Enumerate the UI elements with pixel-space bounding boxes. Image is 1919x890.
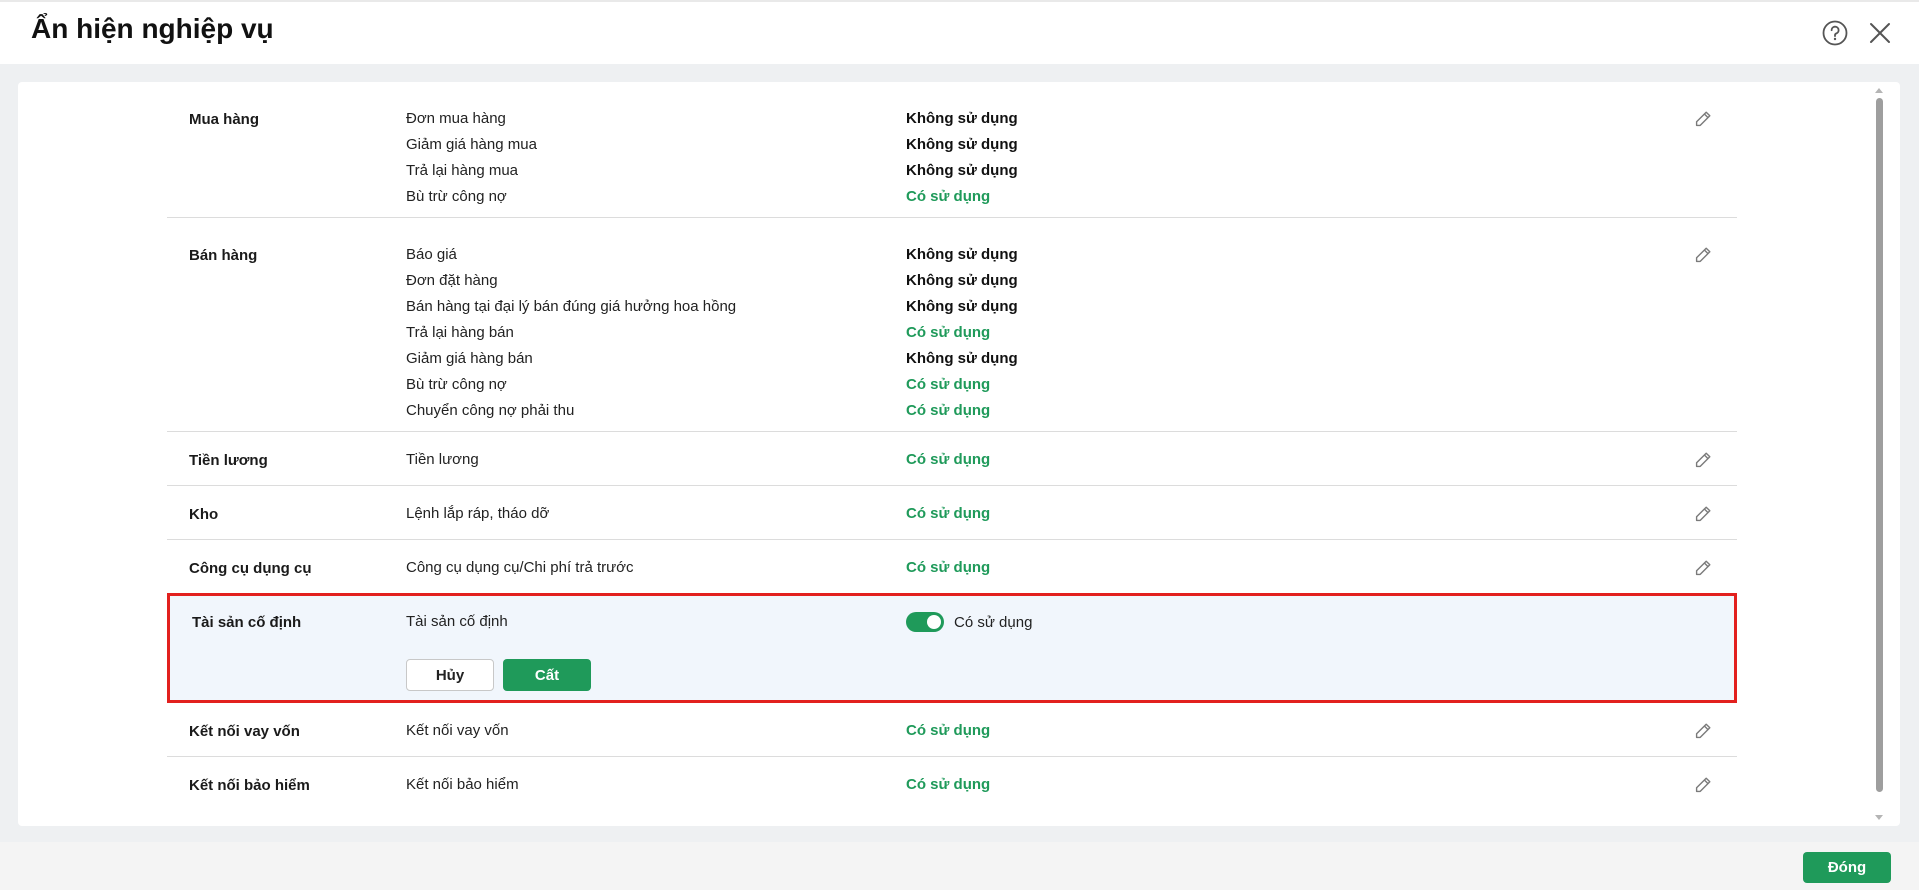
status-badge: Không sử dụng (906, 162, 1018, 179)
status-badge: Có sử dụng (906, 402, 991, 419)
feature-label: Đơn mua hàng (406, 110, 506, 127)
module-group: Bán hàng Báo giá Đơn đặt hàng Bán hàng tại … (167, 218, 1737, 432)
module-group: Công cụ dụng cụ Công cụ dụng cụ/Chi phí t… (167, 540, 1737, 594)
module-group: Mua hàng Đơn mua hàng Giảm giá hàng mua Trả… (167, 82, 1737, 218)
feature-label: Đơn đặt hàng (406, 272, 498, 289)
feature-label: Trả lại hàng mua (406, 162, 519, 179)
cancel-button[interactable]: Hủy (406, 659, 494, 691)
feature-list: Đơn mua hàng Giảm giá hàng mua Trả lại hàn… (406, 106, 537, 210)
status-badge: Không sử dụng (906, 136, 1018, 153)
feature-label: Bán hàng tại đại lý bán đúng giá hưởng h… (406, 298, 737, 315)
feature-label: Lệnh lắp ráp, tháo dỡ (406, 505, 550, 522)
dialog-title: Ẩn hiện nghiệp vụ (31, 13, 274, 44)
status-list: Có sử dụng (906, 718, 990, 744)
module-group-name: Tài sản cố định (192, 614, 302, 631)
feature-label: Trả lại hàng bán (406, 324, 514, 341)
module-group-name: Kết nối bảo hiểm (189, 777, 310, 794)
status-list: Không sử dụng Không sử dụng Không sử dụng C… (906, 242, 1018, 424)
module-group-name: Mua hàng (189, 111, 259, 128)
feature-label: Kết nối bảo hiểm (406, 776, 519, 793)
pencil-icon[interactable] (1692, 503, 1714, 525)
module-group: Kết nối vay vốn Kết nối vay vốn Có sử dụng (167, 703, 1737, 757)
save-button[interactable]: Cất (503, 659, 591, 691)
status-badge: Có sử dụng (906, 559, 991, 576)
module-group-name: Bán hàng (189, 247, 258, 264)
status-badge: Có sử dụng (906, 722, 991, 739)
module-group: Kết nối bảo hiểm Kết nối bảo hiểm Có sử dụ… (167, 757, 1737, 811)
feature-list: Kết nối bảo hiểm (406, 772, 519, 798)
close-dialog-button[interactable]: Đóng (1803, 852, 1891, 883)
feature-list: Tiền lương (406, 447, 479, 473)
status-badge: Có sử dụng (906, 376, 991, 393)
module-group-name: Kết nối vay vốn (189, 723, 300, 740)
module-group-name: Công cụ dụng cụ (189, 560, 312, 577)
pencil-icon[interactable] (1692, 244, 1714, 266)
status-badge: Không sử dụng (906, 110, 1018, 127)
status-toggle-wrap: Có sử dụng (906, 609, 1032, 635)
pencil-icon[interactable] (1692, 449, 1714, 471)
status-badge: Có sử dụng (906, 451, 991, 468)
module-group: Tiền lương Tiền lương Có sử dụng (167, 432, 1737, 486)
feature-list: Báo giá Đơn đặt hàng Bán hàng tại đại lý b… (406, 242, 736, 424)
feature-label: Giảm giá hàng mua (406, 136, 537, 153)
feature-label: Tài sản cố định (406, 613, 508, 630)
status-list: Có sử dụng (906, 772, 990, 798)
status-toggle[interactable] (906, 612, 944, 632)
pencil-icon[interactable] (1692, 720, 1714, 742)
feature-list: Kết nối vay vốn (406, 718, 509, 744)
help-circle-icon[interactable] (1818, 16, 1852, 50)
status-list: Có sử dụng (906, 447, 990, 473)
feature-label: Kết nối vay vốn (406, 722, 509, 739)
module-group-name: Tiền lương (189, 452, 268, 469)
status-badge: Không sử dụng (906, 272, 1018, 289)
status-badge: Có sử dụng (906, 188, 991, 205)
status-badge: Không sử dụng (906, 298, 1018, 315)
edit-actions: Hủy Cất (406, 659, 591, 691)
feature-label: Tiền lương (406, 451, 479, 468)
feature-label: Báo giá (406, 246, 457, 263)
scroll-up-arrow-icon[interactable] (1875, 88, 1883, 93)
feature-label: Giảm giá hàng bán (406, 350, 533, 367)
dialog-header: Ẩn hiện nghiệp vụ (0, 0, 1919, 64)
status-badge: Có sử dụng (906, 505, 991, 522)
feature-list: Lệnh lắp ráp, tháo dỡ (406, 501, 549, 527)
status-badge: Không sử dụng (906, 350, 1018, 367)
status-list: Có sử dụng (906, 555, 990, 581)
module-group-name: Kho (189, 506, 219, 523)
pencil-icon[interactable] (1692, 557, 1714, 579)
status-badge: Có sử dụng (906, 324, 991, 341)
feature-label: Công cụ dụng cụ/Chi phí trả trước (406, 559, 634, 576)
close-icon[interactable] (1863, 16, 1897, 50)
settings-card: Mua hàng Đơn mua hàng Giảm giá hàng mua Trả… (18, 82, 1900, 826)
scrollbar-thumb[interactable] (1876, 98, 1883, 792)
vertical-scrollbar[interactable] (1872, 82, 1886, 826)
status-list: Không sử dụng Không sử dụng Không sử dụng C… (906, 106, 1018, 210)
module-group-editing: Tài sản cố định Tài sản cố định Có sử dụng… (167, 593, 1737, 703)
pencil-icon[interactable] (1692, 774, 1714, 796)
status-badge: Có sử dụng (906, 776, 991, 793)
feature-label: Chuyển công nợ phải thu (406, 402, 575, 419)
feature-label: Bù trừ công nợ (406, 188, 507, 205)
module-group: Kho Lệnh lắp ráp, tháo dỡ Có sử dụng (167, 486, 1737, 540)
dialog-footer: Đóng (0, 842, 1919, 890)
feature-label: Bù trừ công nợ (406, 376, 507, 393)
toggle-knob (927, 615, 941, 629)
status-badge: Không sử dụng (906, 246, 1018, 263)
toggle-label: Có sử dụng (954, 613, 1033, 631)
feature-list: Công cụ dụng cụ/Chi phí trả trước (406, 555, 634, 581)
pencil-icon[interactable] (1692, 108, 1714, 130)
scroll-down-arrow-icon[interactable] (1875, 815, 1883, 820)
business-module-list: Mua hàng Đơn mua hàng Giảm giá hàng mua Trả… (167, 82, 1737, 811)
status-list: Có sử dụng (906, 501, 990, 527)
